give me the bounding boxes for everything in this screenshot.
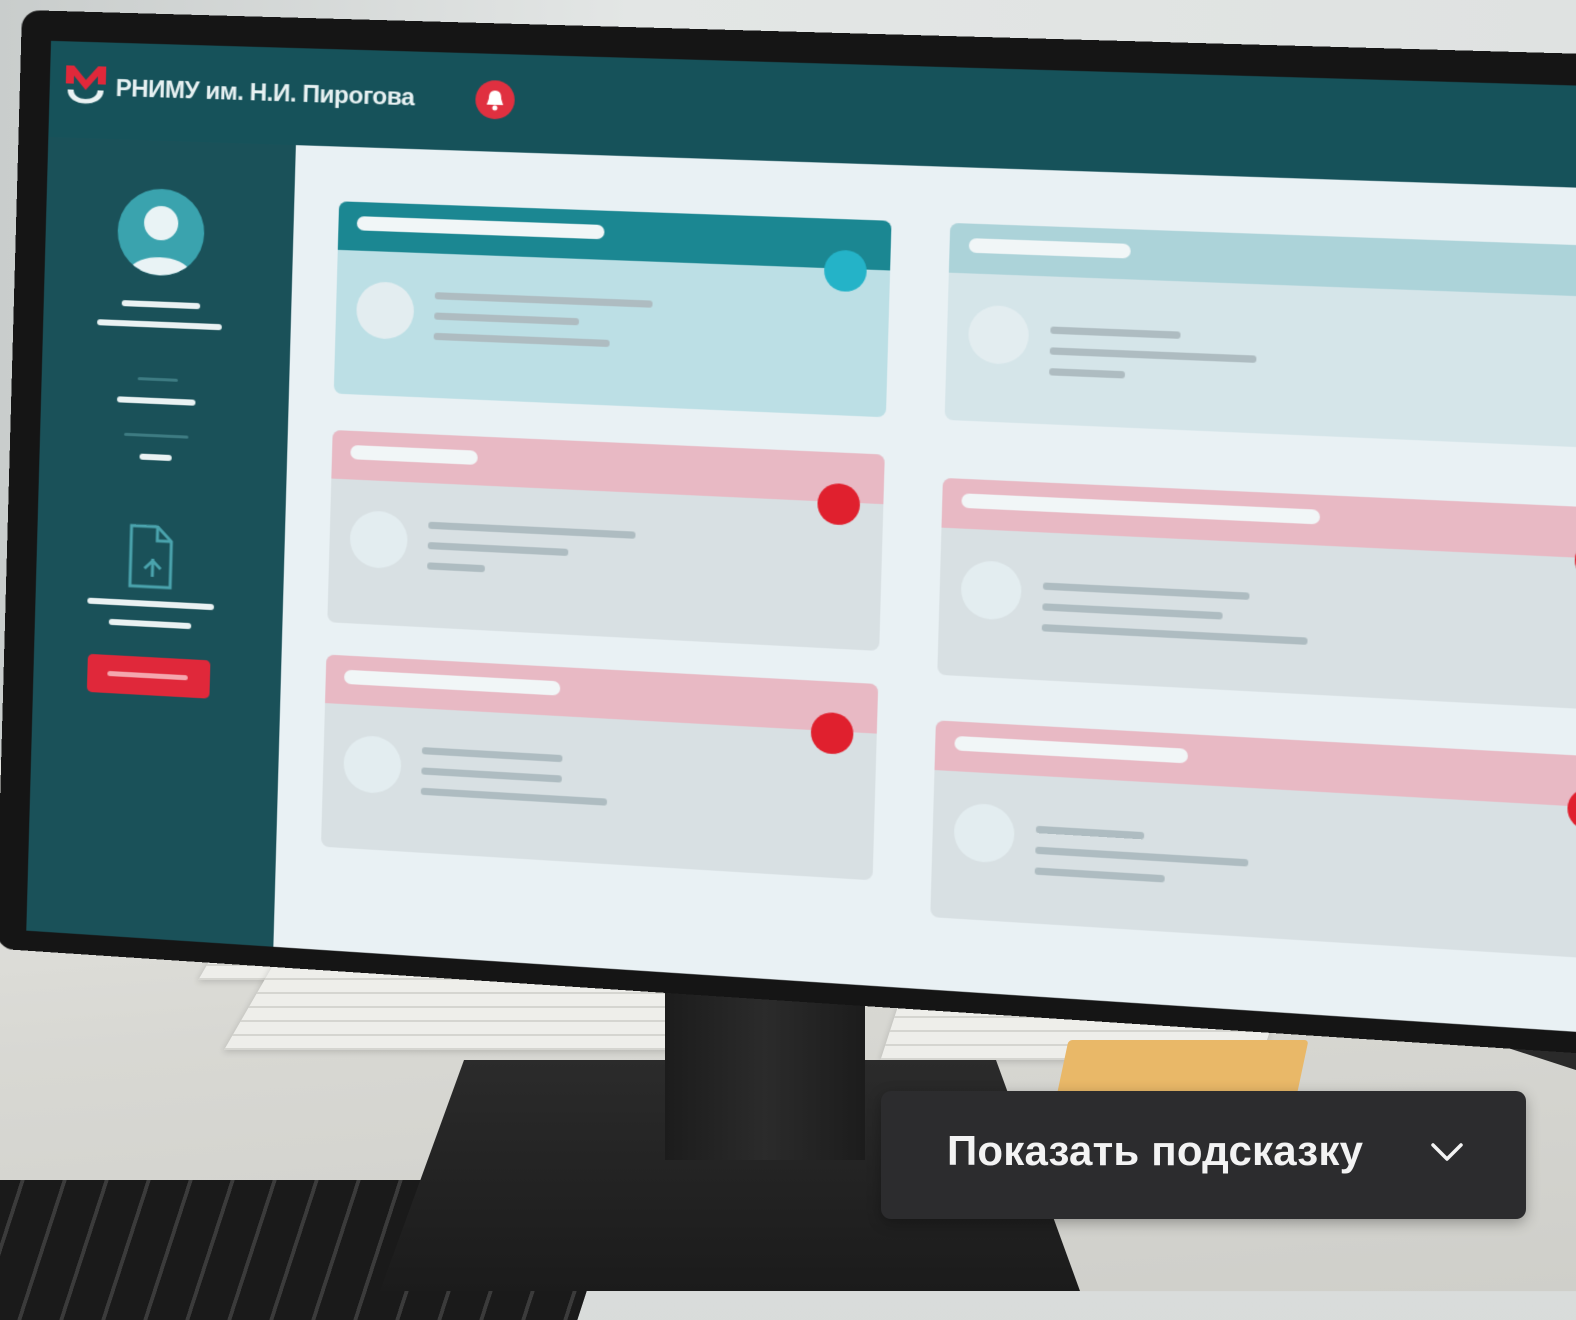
card[interactable] (937, 477, 1576, 713)
card-text-line (1049, 347, 1257, 363)
status-dot (823, 249, 868, 293)
card-text-line (434, 292, 653, 308)
button-label-placeholder (107, 670, 188, 681)
user-avatar-icon[interactable] (116, 187, 206, 278)
card-text-line (1035, 846, 1249, 867)
card-avatar (967, 304, 1030, 366)
card-header (331, 429, 885, 505)
bell-icon[interactable] (474, 79, 516, 120)
menu-divider (137, 377, 178, 382)
menu-item-placeholder[interactable] (116, 396, 196, 406)
card-text-line (427, 542, 569, 557)
card[interactable] (320, 654, 879, 881)
card[interactable] (333, 201, 892, 418)
monitor: РНИМУ им. Н.И. Пирогова (0, 10, 1576, 1061)
document-upload-icon[interactable] (122, 521, 184, 598)
card[interactable] (944, 222, 1576, 451)
card[interactable] (930, 720, 1576, 961)
university-logo-icon (61, 61, 110, 117)
card-text-line (1049, 368, 1126, 379)
brand-name: РНИМУ им. Н.И. Пирогова (115, 74, 415, 112)
card-avatar (960, 559, 1023, 621)
card-text-line (1050, 326, 1181, 339)
menu-item-placeholder[interactable] (108, 618, 192, 630)
card-avatar (342, 734, 402, 795)
card[interactable] (327, 429, 885, 651)
card-header (325, 654, 879, 734)
card-title-placeholder (968, 238, 1131, 259)
menu-item-placeholder[interactable] (139, 453, 172, 462)
card-avatar (953, 802, 1016, 864)
screen: РНИМУ им. Н.И. Пирогова (26, 40, 1576, 1039)
card-text-line (433, 332, 610, 348)
card-text-line (1041, 624, 1308, 645)
card-text-line (421, 767, 562, 783)
card-text-line (427, 562, 485, 573)
card-text-line (1034, 867, 1165, 883)
card-title-placeholder (343, 669, 561, 696)
card-text-line (420, 787, 608, 806)
card-text-line (434, 312, 580, 326)
card-title-placeholder (961, 493, 1321, 525)
card-header (941, 477, 1576, 561)
card-header (934, 720, 1576, 810)
chevron-down-icon (1431, 1143, 1463, 1161)
menu-item-placeholder[interactable] (87, 597, 215, 611)
show-hint-button[interactable]: Показать подсказку (881, 1091, 1526, 1219)
user-role-placeholder (97, 319, 222, 331)
red-action-button[interactable] (86, 653, 211, 699)
card-title-placeholder (356, 216, 605, 240)
sidebar (26, 136, 296, 947)
card-title-placeholder (954, 735, 1189, 764)
card-text-line (1042, 582, 1250, 600)
card-text-line (428, 521, 636, 539)
card-text-line (1042, 603, 1223, 620)
card-avatar (355, 281, 415, 341)
show-hint-label: Показать подсказку (947, 1127, 1364, 1174)
card-header (948, 222, 1576, 299)
card-header (337, 201, 892, 271)
user-name-placeholder (121, 300, 201, 310)
card-title-placeholder (350, 444, 478, 465)
card-text-line (421, 747, 563, 763)
menu-divider (124, 432, 189, 439)
card-text-line (1035, 825, 1145, 840)
card-avatar (349, 509, 409, 570)
